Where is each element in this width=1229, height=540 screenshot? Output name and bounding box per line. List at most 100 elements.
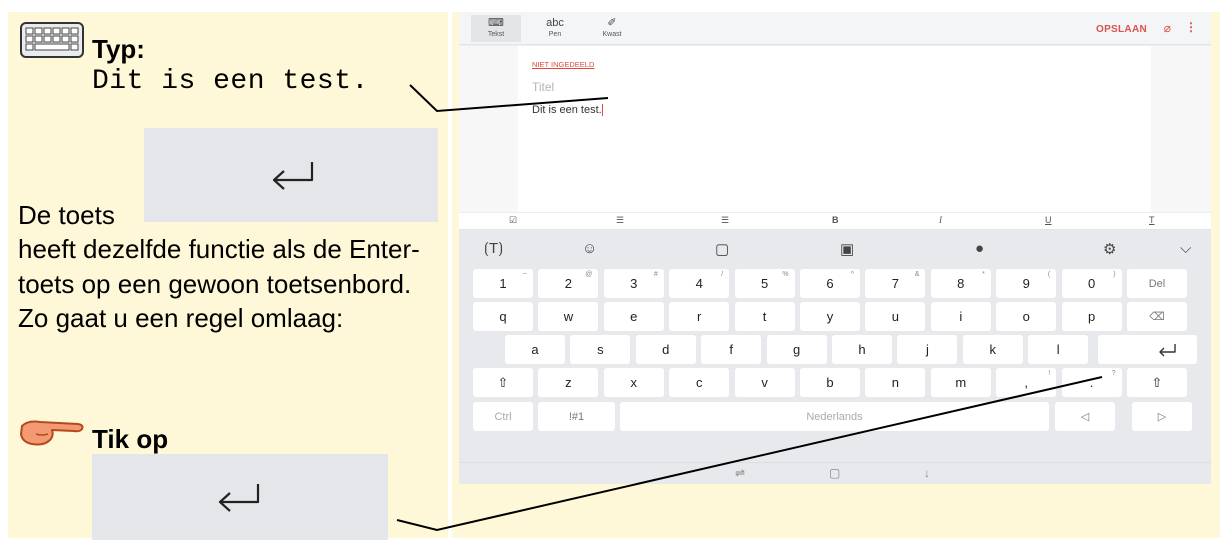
key-label: p xyxy=(1087,309,1096,324)
attach-icon[interactable]: ⌀ xyxy=(1164,21,1171,35)
underline-icon[interactable]: U xyxy=(1045,215,1052,225)
key-v[interactable]: v xyxy=(734,368,795,397)
key-y[interactable]: y xyxy=(800,302,860,331)
note-editor[interactable]: NIET INGEDEELD Titel Dit is een test. xyxy=(459,46,1211,212)
key-c[interactable]: c xyxy=(669,368,730,397)
key-i[interactable]: i xyxy=(930,302,991,331)
body-text: Dit is een test. xyxy=(532,104,602,116)
key-d[interactable]: d xyxy=(635,335,696,364)
tool-pen[interactable]: abc Pen xyxy=(530,15,580,38)
chevron-down-icon[interactable]: ⌵ xyxy=(1180,240,1191,257)
microphone-icon[interactable]: ● xyxy=(975,240,984,257)
key-g[interactable]: g xyxy=(766,335,827,364)
key-t[interactable]: t xyxy=(734,302,795,331)
cursor-left-key[interactable]: ◁ xyxy=(1055,402,1115,431)
backspace-key[interactable]: ⌫ xyxy=(1127,302,1187,331)
key-label: e xyxy=(630,309,638,324)
tablet-screen: ⌨ Tekst abc Pen ✐ Kwast OPSLAAN ⌀ ⋮ NIET… xyxy=(459,12,1211,484)
key-secondary-label: ^ xyxy=(850,271,854,278)
key-j[interactable]: j xyxy=(897,335,958,364)
key-s[interactable]: s xyxy=(570,335,631,364)
cursor-right-key[interactable]: ▷ xyxy=(1132,402,1192,431)
key-0[interactable]: 0) xyxy=(1061,269,1122,298)
key-label: i xyxy=(959,309,963,324)
checkbox-icon[interactable]: ☑ xyxy=(509,215,517,226)
enter-icon xyxy=(1158,343,1176,356)
key-x[interactable]: x xyxy=(603,368,664,397)
save-button[interactable]: OPSLAAN xyxy=(1096,24,1147,35)
key-f[interactable]: f xyxy=(701,335,762,364)
key-r[interactable]: r xyxy=(669,302,730,331)
numbered-list-icon[interactable]: ☰ xyxy=(721,215,729,226)
back-icon[interactable]: ↓ xyxy=(924,466,930,480)
key-w[interactable]: w xyxy=(538,302,599,331)
settings-gear-icon[interactable]: ⚙ xyxy=(1103,240,1116,258)
gif-icon[interactable]: ▣ xyxy=(840,240,854,258)
category-link[interactable]: NIET INGEDEELD xyxy=(532,60,594,69)
ctrl-key[interactable]: Ctrl xyxy=(473,402,533,431)
key-8[interactable]: 8 * xyxy=(930,269,991,298)
title-input[interactable]: Titel xyxy=(532,80,554,94)
tool-text[interactable]: ⌨ Tekst xyxy=(471,15,521,42)
key-m[interactable]: m xyxy=(930,368,991,397)
key-u[interactable]: u xyxy=(865,302,926,331)
key-z[interactable]: z xyxy=(538,368,599,397)
home-icon[interactable]: ▢ xyxy=(829,466,840,480)
key-4[interactable]: 4/ xyxy=(669,269,730,298)
emoji-icon[interactable]: ☺ xyxy=(582,240,597,257)
key-n[interactable]: n xyxy=(865,368,926,397)
key-7[interactable]: 7 & xyxy=(865,269,926,298)
key-del[interactable]: Del xyxy=(1127,269,1187,298)
tool-brush[interactable]: ✐ Kwast xyxy=(587,15,637,38)
key-5[interactable]: 5% xyxy=(734,269,795,298)
instruction-panel: Typ: Dit is een test. De toets heeft dez… xyxy=(8,12,448,540)
key-secondary-label: ! xyxy=(1048,370,1051,377)
key-e[interactable]: e xyxy=(603,302,664,331)
key-secondary-label: @ xyxy=(585,271,593,278)
key-q[interactable]: q xyxy=(473,302,533,331)
key-2[interactable]: 2 @ xyxy=(538,269,599,298)
key-secondary-label: ? xyxy=(1111,370,1116,377)
key-label: t xyxy=(762,309,767,324)
body-input[interactable]: Dit is een test. xyxy=(532,104,603,117)
key-k[interactable]: k xyxy=(962,335,1023,364)
key-l[interactable]: l xyxy=(1028,335,1089,364)
key-a[interactable]: a xyxy=(505,335,565,364)
text-recognition-icon[interactable]: ⟮T⟯ xyxy=(484,240,503,257)
more-options-icon[interactable]: ⋮ xyxy=(1185,20,1197,34)
key-label: Nederlands xyxy=(806,410,863,423)
key-1[interactable]: 1 ~ xyxy=(473,269,533,298)
shift-key[interactable]: ⇧ xyxy=(473,368,533,397)
key-h[interactable]: h xyxy=(832,335,892,364)
enter-key-illustration-2 xyxy=(92,454,388,540)
sticker-icon[interactable]: ▢ xyxy=(715,240,729,258)
key-label: g xyxy=(792,342,801,357)
italic-icon[interactable]: I xyxy=(939,215,942,225)
enter-key[interactable] xyxy=(1098,335,1197,364)
format-bar: ☑ ☰ ☰ B I U T xyxy=(459,213,1211,230)
system-nav-bar: ⇌ ▢ ↓ xyxy=(459,462,1211,484)
key-b[interactable]: b xyxy=(800,368,860,397)
shift-key[interactable]: ⇧ xyxy=(1127,368,1187,397)
space-key[interactable]: Nederlands xyxy=(620,402,1049,431)
key-3[interactable]: 3 # xyxy=(603,269,664,298)
key-comma[interactable]: ,! xyxy=(996,368,1057,397)
key-6[interactable]: 6 ^ xyxy=(800,269,860,298)
key-label: y xyxy=(826,309,834,324)
key-label: q xyxy=(499,309,507,324)
bold-icon[interactable]: B xyxy=(832,215,839,225)
symbols-key[interactable]: !#1 xyxy=(538,402,615,431)
key-label: n xyxy=(891,375,899,390)
key-o[interactable]: o xyxy=(996,302,1057,331)
key-period[interactable]: .? xyxy=(1061,368,1122,397)
key-label: , xyxy=(1024,375,1028,390)
bullet-list-icon[interactable]: ☰ xyxy=(616,215,624,226)
key-secondary-label: * xyxy=(982,271,985,278)
text-style-icon[interactable]: T xyxy=(1149,215,1155,225)
key-p[interactable]: p xyxy=(1061,302,1122,331)
key-label: f xyxy=(729,342,733,357)
key-label: h xyxy=(858,342,866,357)
recent-apps-icon[interactable]: ⇌ xyxy=(735,466,745,480)
key-9[interactable]: 9( xyxy=(996,269,1057,298)
key-label: 8 xyxy=(957,276,965,291)
